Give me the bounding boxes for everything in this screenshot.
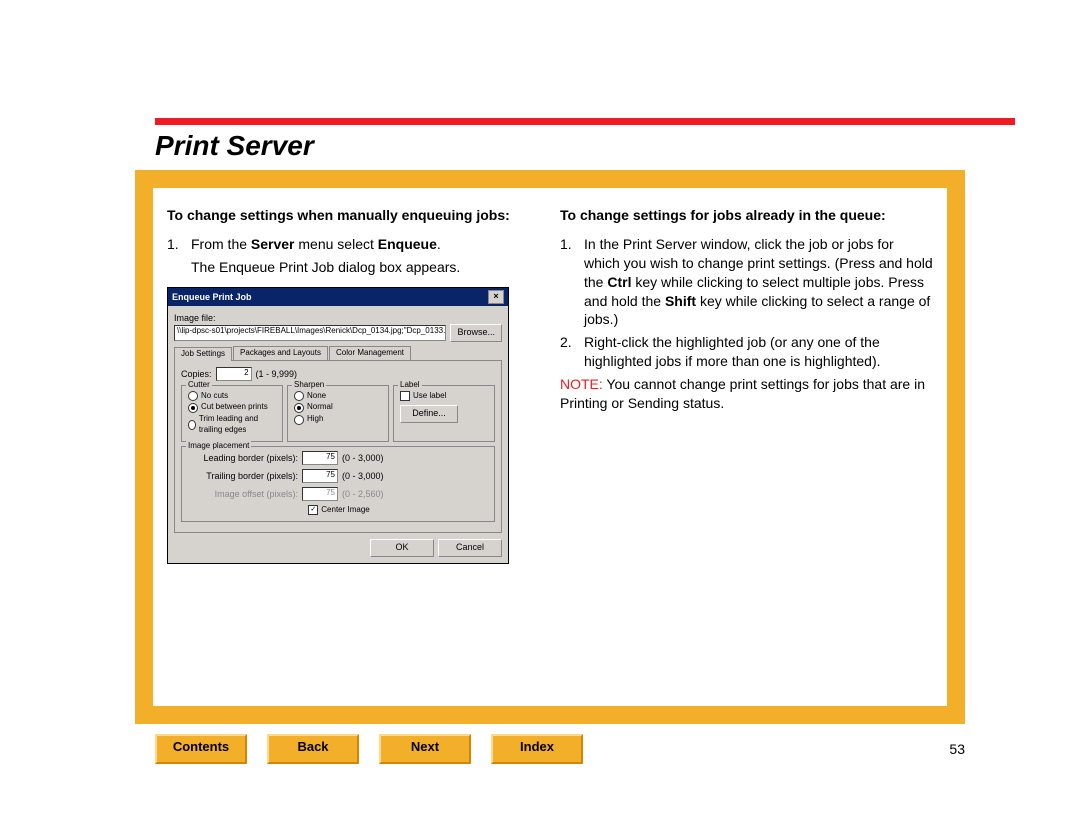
- trailing-row: Trailing border (pixels): 75 (0 - 3,000): [188, 469, 490, 483]
- leading-label: Leading border (pixels):: [188, 452, 298, 464]
- dialog-titlebar: Enqueue Print Job ×: [168, 288, 508, 306]
- image-file-input[interactable]: \\lip-dpsc-s01\projects\FIREBALL\Images\…: [174, 325, 446, 341]
- sharpen-none[interactable]: None: [294, 391, 384, 402]
- left-column: To change settings when manually enqueui…: [167, 206, 540, 688]
- page-title: Print Server: [155, 130, 314, 162]
- contents-button[interactable]: Contents: [155, 734, 247, 764]
- note-label: NOTE:: [560, 376, 603, 392]
- dialog-button-row: OK Cancel: [174, 539, 502, 557]
- content: To change settings when manually enqueui…: [153, 188, 947, 706]
- note-text: NOTE: You cannot change print settings f…: [560, 375, 933, 413]
- enqueue-dialog: Enqueue Print Job × Image file: \\lip-dp…: [167, 287, 509, 564]
- step-text: In the Print Server window, click the jo…: [584, 235, 933, 329]
- offset-input: 75: [302, 487, 338, 501]
- left-substep: The Enqueue Print Job dialog box appears…: [191, 258, 540, 277]
- cancel-button[interactable]: Cancel: [438, 539, 502, 557]
- back-button[interactable]: Back: [267, 734, 359, 764]
- three-groups: Cutter No cuts Cut between prints Trim l…: [181, 385, 495, 446]
- content-frame: To change settings when manually enqueui…: [135, 170, 965, 724]
- offset-row: Image offset (pixels): 75 (0 - 2,560): [188, 487, 490, 501]
- dialog-title: Enqueue Print Job: [172, 291, 252, 303]
- label-label: Label: [398, 380, 422, 391]
- leading-input[interactable]: 75: [302, 451, 338, 465]
- next-button[interactable]: Next: [379, 734, 471, 764]
- offset-range: (0 - 2,560): [342, 488, 384, 500]
- copies-range: (1 - 9,999): [256, 368, 298, 380]
- tab-pane: Copies: 2 (1 - 9,999) Cutter No cuts Cut…: [174, 361, 502, 533]
- sharpen-normal[interactable]: Normal: [294, 402, 384, 413]
- cutter-label: Cutter: [186, 380, 212, 391]
- step-number: 1.: [167, 235, 185, 254]
- cutter-between[interactable]: Cut between prints: [188, 402, 278, 413]
- browse-button[interactable]: Browse...: [450, 324, 502, 342]
- left-step-1: 1. From the Server menu select Enqueue.: [167, 235, 540, 254]
- page: Print Server To change settings when man…: [0, 0, 1080, 834]
- image-file-row: \\lip-dpsc-s01\projects\FIREBALL\Images\…: [174, 324, 502, 342]
- right-column: To change settings for jobs already in t…: [560, 206, 933, 688]
- use-label[interactable]: Use label: [400, 391, 490, 402]
- right-step-2: 2. Right-click the highlighted job (or a…: [560, 333, 933, 371]
- offset-label: Image offset (pixels):: [188, 488, 298, 500]
- image-file-label: Image file:: [174, 312, 502, 324]
- trailing-input[interactable]: 75: [302, 469, 338, 483]
- step-text: Right-click the highlighted job (or any …: [584, 333, 933, 371]
- left-heading: To change settings when manually enqueui…: [167, 206, 540, 225]
- cutter-group: Cutter No cuts Cut between prints Trim l…: [181, 385, 283, 442]
- center-image[interactable]: Center Image: [188, 505, 490, 516]
- sharpen-high[interactable]: High: [294, 414, 384, 425]
- accent-bar: [155, 118, 1015, 125]
- cutter-trim[interactable]: Trim leading and trailing edges: [188, 414, 278, 436]
- define-button[interactable]: Define...: [400, 405, 458, 423]
- tabs: Job Settings Packages and Layouts Color …: [174, 346, 502, 361]
- footer: Contents Back Next Index 53: [155, 734, 965, 764]
- right-step-1: 1. In the Print Server window, click the…: [560, 235, 933, 329]
- sharpen-group: Sharpen None Normal High: [287, 385, 389, 442]
- sharpen-label: Sharpen: [292, 380, 326, 391]
- leading-range: (0 - 3,000): [342, 452, 384, 464]
- tab-job-settings[interactable]: Job Settings: [174, 347, 232, 361]
- step-number: 1.: [560, 235, 578, 329]
- copies-input[interactable]: 2: [216, 367, 252, 381]
- label-group: Label Use label Define...: [393, 385, 495, 442]
- step-number: 2.: [560, 333, 578, 371]
- ok-button[interactable]: OK: [370, 539, 434, 557]
- right-heading: To change settings for jobs already in t…: [560, 206, 933, 225]
- index-button[interactable]: Index: [491, 734, 583, 764]
- page-number: 53: [949, 741, 965, 757]
- step-text: From the Server menu select Enqueue.: [191, 235, 441, 254]
- tab-color[interactable]: Color Management: [329, 346, 411, 360]
- right-note: NOTE: You cannot change print settings f…: [560, 375, 933, 413]
- copies-label: Copies:: [181, 368, 212, 380]
- placement-group: Image placement Leading border (pixels):…: [181, 446, 495, 522]
- close-icon[interactable]: ×: [488, 290, 504, 304]
- trailing-range: (0 - 3,000): [342, 470, 384, 482]
- cutter-no[interactable]: No cuts: [188, 391, 278, 402]
- placement-label: Image placement: [186, 441, 251, 452]
- copies-row: Copies: 2 (1 - 9,999): [181, 367, 495, 381]
- leading-row: Leading border (pixels): 75 (0 - 3,000): [188, 451, 490, 465]
- tab-packages[interactable]: Packages and Layouts: [233, 346, 328, 360]
- dialog-body: Image file: \\lip-dpsc-s01\projects\FIRE…: [168, 306, 508, 563]
- trailing-label: Trailing border (pixels):: [188, 470, 298, 482]
